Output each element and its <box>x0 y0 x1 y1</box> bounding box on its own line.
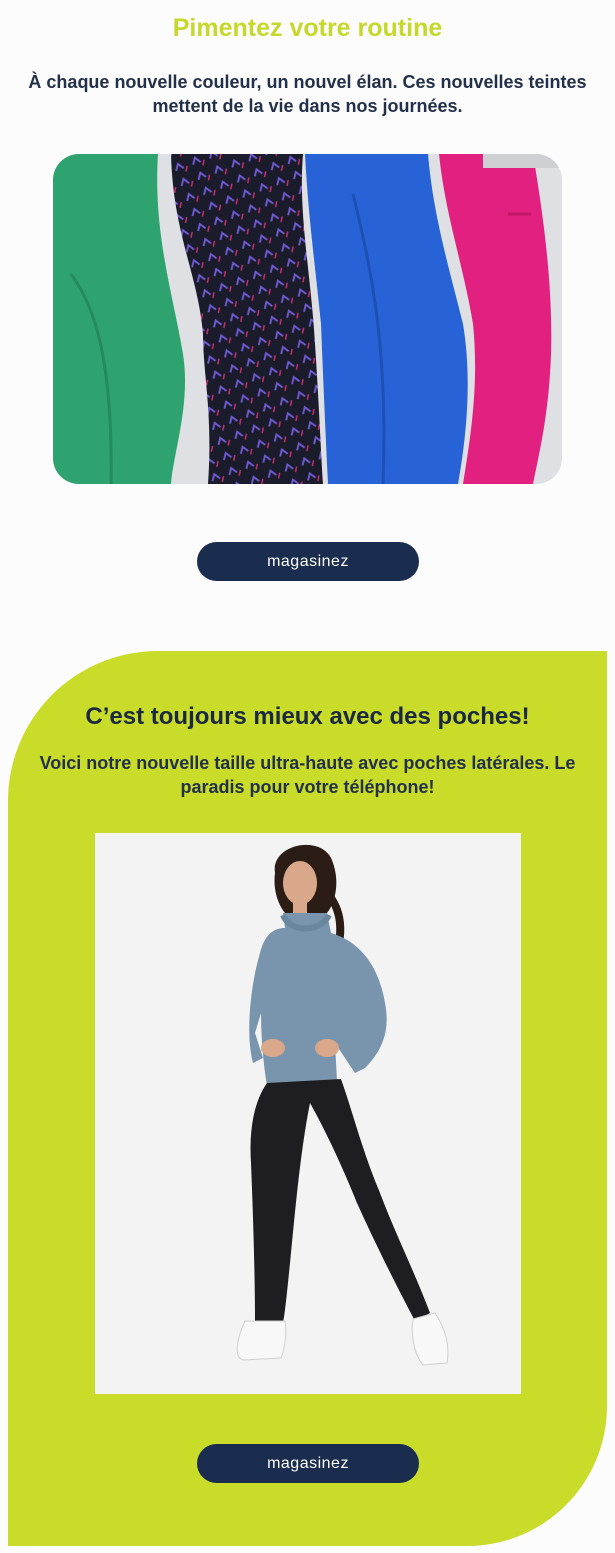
model-illustration <box>95 833 521 1394</box>
corner-fill <box>467 1406 607 1546</box>
section-title: C’est toujours mieux avec des poches! <box>85 703 530 730</box>
section-subtitle: À chaque nouvelle couleur, un nouvel éla… <box>28 72 587 116</box>
corner-decoration <box>467 1406 607 1546</box>
section-pockets: C’est toujours mieux avec des poches! Vo… <box>8 651 607 1546</box>
leggings-illustration <box>53 154 562 484</box>
model-leggings-image[interactable] <box>95 833 521 1394</box>
section-subtitle: Voici notre nouvelle taille ultra-haute … <box>39 753 576 797</box>
shop-button[interactable]: magasinez <box>197 1444 419 1483</box>
shop-button[interactable]: magasinez <box>197 542 419 581</box>
section-title: Pimentez votre routine <box>172 14 443 42</box>
section-colors: Pimentez votre routine À chaque nouvelle… <box>0 0 615 650</box>
leggings-colors-image[interactable] <box>53 154 562 484</box>
